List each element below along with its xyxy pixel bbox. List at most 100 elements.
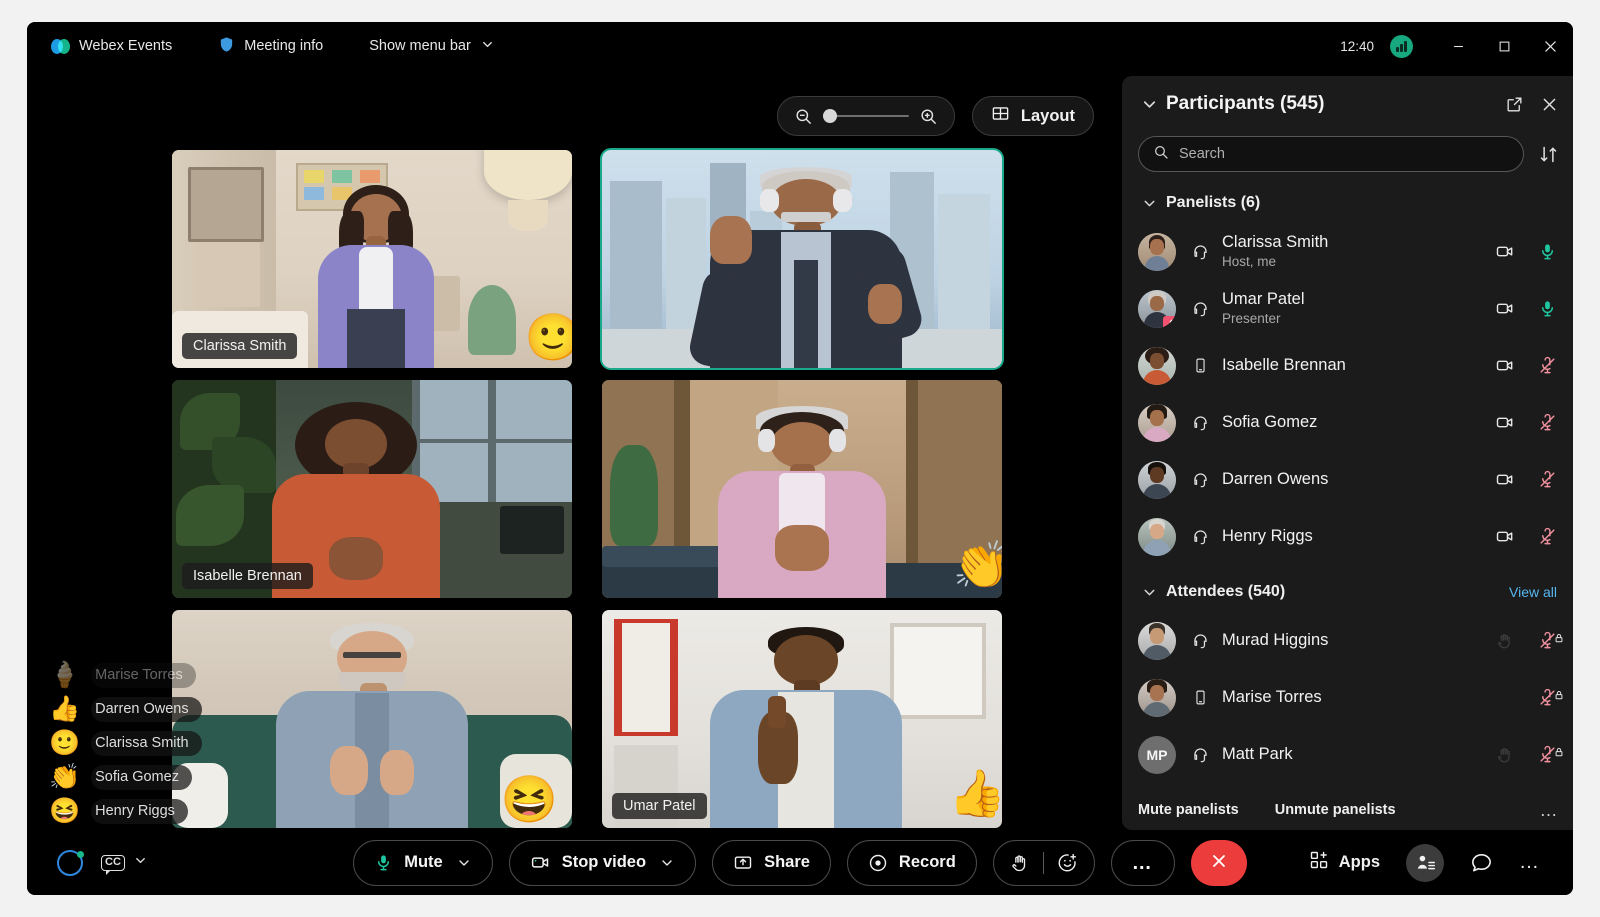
panelists-group-header[interactable]: Panelists (6)	[1122, 183, 1573, 223]
unmute-panelists-button[interactable]: Unmute panelists	[1275, 802, 1396, 818]
participant-row[interactable]: Henry Riggs	[1122, 508, 1573, 565]
more-options-label: …	[1131, 851, 1154, 874]
microphone-muted-icon[interactable]	[1537, 356, 1557, 375]
microphone-muted-locked-icon[interactable]	[1537, 631, 1563, 650]
camera-on-icon[interactable]	[1495, 412, 1515, 433]
video-tile[interactable]: Umar Patel 👍	[602, 610, 1002, 828]
mute-button[interactable]: Mute	[353, 839, 493, 886]
video-tile[interactable]: Clarissa Smith 🙂	[172, 150, 572, 368]
close-icon[interactable]	[1540, 95, 1559, 114]
video-tile-active-speaker[interactable]	[600, 148, 1004, 370]
zoom-slider-handle[interactable]	[822, 109, 837, 123]
maximize-icon[interactable]	[1481, 22, 1527, 70]
sort-arrows-icon[interactable]	[1538, 144, 1559, 165]
participant-row[interactable]: Sofia Gomez	[1122, 394, 1573, 451]
participant-row[interactable]: Darren Owens	[1122, 451, 1573, 508]
microphone-muted-icon[interactable]	[1537, 413, 1557, 432]
controls-center: Mute Stop video Share Record …	[353, 839, 1247, 886]
grinning-squinting-face-icon: 😆	[49, 797, 81, 825]
network-quality-icon[interactable]	[1390, 34, 1413, 58]
webex-assistant-icon[interactable]	[57, 849, 84, 876]
mute-panelists-button[interactable]: Mute panelists	[1138, 802, 1239, 818]
participant-row[interactable]: Umar Patel Presenter	[1122, 280, 1573, 337]
attendees-group-header[interactable]: Attendees (540) View all	[1122, 572, 1573, 612]
chevron-down-icon[interactable]	[659, 855, 675, 871]
chevron-down-icon[interactable]	[456, 855, 472, 871]
layout-button[interactable]: Layout	[971, 96, 1094, 136]
record-icon	[868, 853, 888, 873]
attendee-row[interactable]: MP Matt Park	[1122, 726, 1573, 783]
zoom-slider-control[interactable]	[776, 96, 955, 136]
microphone-muted-locked-icon[interactable]	[1537, 688, 1563, 707]
camera-on-icon[interactable]	[1495, 526, 1515, 547]
participants-panel-header: Participants (545)	[1122, 76, 1573, 132]
meeting-info-button[interactable]: Meeting info	[208, 29, 333, 63]
camera-on-icon[interactable]	[1495, 469, 1515, 490]
reactions-group[interactable]	[992, 839, 1095, 886]
chevron-down-icon[interactable]	[1138, 192, 1160, 214]
stop-video-button[interactable]: Stop video	[508, 839, 697, 886]
layout-label: Layout	[1020, 106, 1075, 125]
camera-on-icon[interactable]	[1495, 241, 1515, 262]
microphone-active-icon[interactable]	[1533, 297, 1559, 319]
participant-row[interactable]: Isabelle Brennan	[1122, 337, 1573, 394]
close-icon[interactable]	[1527, 22, 1573, 70]
microphone-muted-locked-icon[interactable]	[1537, 745, 1563, 764]
clock: 12:40	[1340, 38, 1374, 54]
zoom-in-icon[interactable]	[919, 107, 938, 126]
webex-logo	[51, 38, 70, 54]
attendee-info: Murad Higgins	[1222, 630, 1495, 651]
microphone-muted-icon[interactable]	[1537, 470, 1557, 489]
raise-hand-icon[interactable]	[1010, 853, 1030, 873]
open-in-new-window-icon[interactable]	[1505, 95, 1524, 114]
camera-on-icon[interactable]	[1495, 355, 1515, 376]
participant-row[interactable]: Clarissa Smith Host, me	[1122, 223, 1573, 280]
controls-left: CC	[27, 849, 347, 876]
participant-row-icons	[1495, 355, 1557, 376]
participant-info: Darren Owens	[1222, 469, 1495, 490]
chevron-down-icon[interactable]	[1138, 581, 1160, 603]
share-button[interactable]: Share	[712, 839, 831, 886]
microphone-active-icon[interactable]	[1533, 240, 1559, 262]
record-button[interactable]: Record	[846, 839, 977, 886]
captions-label: CC	[101, 854, 125, 875]
video-tile[interactable]: 😆	[172, 610, 572, 828]
video-grid: Clarissa Smith 🙂 Isabelle Brennan 👏 😆 Um…	[172, 148, 1004, 828]
view-all-link[interactable]: View all	[1509, 584, 1557, 600]
end-meeting-button[interactable]	[1190, 839, 1247, 886]
chevron-down-icon[interactable]	[133, 853, 148, 873]
zoom-out-icon[interactable]	[794, 107, 813, 126]
minimize-icon[interactable]	[1435, 22, 1481, 70]
apps-button[interactable]: Apps	[1309, 850, 1380, 875]
more-options-button[interactable]: …	[1110, 839, 1175, 886]
raise-hand-icon[interactable]	[1495, 632, 1515, 650]
participant-row-icons	[1495, 526, 1557, 547]
add-reaction-icon[interactable]	[1057, 852, 1078, 873]
participant-name: Henry Riggs	[1222, 527, 1313, 546]
camera-on-icon[interactable]	[1495, 298, 1515, 319]
search-input[interactable]	[1179, 146, 1509, 162]
headset-icon	[1186, 745, 1214, 764]
app-title[interactable]: Webex Events	[41, 29, 182, 63]
video-tile[interactable]: 👏	[602, 380, 1002, 598]
raise-hand-icon[interactable]	[1495, 746, 1515, 764]
zoom-slider-track[interactable]	[822, 109, 909, 123]
chat-bubble-icon[interactable]	[1470, 851, 1493, 874]
show-menu-bar-button[interactable]: Show menu bar	[359, 29, 505, 63]
microphone-muted-icon[interactable]	[1537, 527, 1557, 546]
panel-more-options-button[interactable]: …	[1540, 800, 1560, 821]
attendee-row[interactable]: Marise Torres	[1122, 669, 1573, 726]
meeting-controls-bar: CC Mute Stop video Share Record … Apps …	[27, 830, 1573, 895]
video-tile[interactable]: Isabelle Brennan	[172, 380, 572, 598]
participant-role: Host, me	[1222, 254, 1277, 270]
search-box[interactable]	[1138, 136, 1524, 172]
attendee-row[interactable]: Murad Higgins	[1122, 612, 1573, 669]
tile-name-label: Clarissa Smith	[182, 333, 298, 359]
participants-icon[interactable]	[1406, 843, 1444, 882]
more-horizontal-icon[interactable]: …	[1519, 851, 1541, 874]
chevron-down-icon[interactable]	[1138, 93, 1160, 115]
attendees-group-label: Attendees (540)	[1166, 583, 1286, 600]
attendee-row-icons	[1495, 631, 1563, 650]
closed-captions-button[interactable]: CC	[101, 853, 148, 875]
attendee-row-icons	[1495, 688, 1563, 707]
